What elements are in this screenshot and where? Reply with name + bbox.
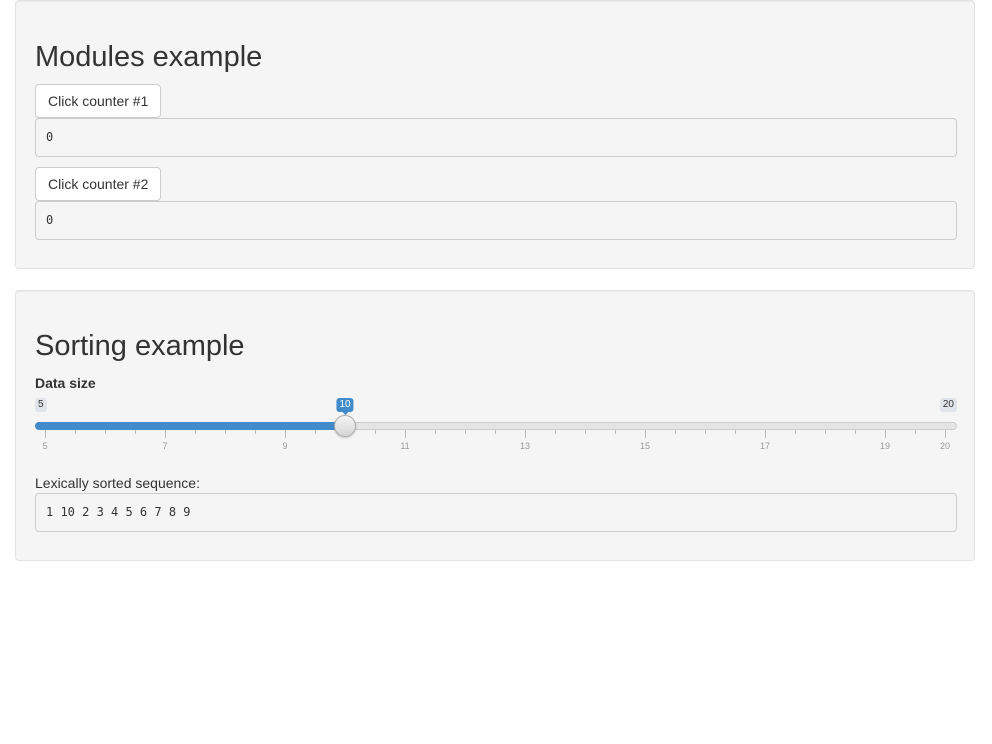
click-counter-2-button[interactable]: Click counter #2	[35, 167, 162, 201]
counter-1-output: 0	[35, 118, 957, 157]
slider-minor-tick	[465, 430, 466, 434]
sorting-panel: Sorting example Data size 5 20 10 5 7 9 11 1…	[15, 290, 975, 561]
modules-title: Modules example	[35, 41, 263, 73]
slider-minor-tick	[795, 430, 796, 434]
slider-major-tick	[525, 430, 526, 438]
slider-minor-tick	[495, 430, 496, 434]
slider-tick-label: 20	[939, 441, 951, 451]
slider-major-tick	[405, 430, 406, 438]
slider-max-label: 20	[939, 398, 957, 412]
slider-tick-label: 15	[639, 441, 651, 451]
slider-value-label: 10	[336, 398, 354, 415]
modules-panel: Modules example Click counter #1 0 Click…	[15, 0, 975, 269]
slider-minor-tick	[735, 430, 736, 434]
slider-minor-tick	[555, 430, 556, 434]
slider-minor-tick	[825, 430, 826, 434]
slider-minor-tick	[675, 430, 676, 434]
slider-minor-tick	[585, 430, 586, 434]
sorted-sequence-output: 1 10 2 3 4 5 6 7 8 9	[35, 493, 957, 532]
slider-minor-tick	[225, 430, 226, 434]
slider-major-tick	[45, 430, 46, 438]
sorting-title: Sorting example	[35, 330, 245, 362]
slider-major-tick	[765, 430, 766, 438]
click-counter-1-button[interactable]: Click counter #1	[35, 84, 162, 118]
slider-minor-tick	[435, 430, 436, 434]
slider-major-tick	[285, 430, 286, 438]
data-size-label: Data size	[35, 375, 96, 391]
slider-minor-tick	[705, 430, 706, 434]
slider-tick-label: 5	[42, 441, 48, 451]
slider-tick-label: 19	[879, 441, 891, 451]
slider-minor-tick	[855, 430, 856, 434]
sorted-sequence-label: Lexically sorted sequence:	[35, 475, 200, 491]
slider-major-tick	[885, 430, 886, 438]
slider-bar	[35, 422, 345, 430]
slider-minor-tick	[195, 430, 196, 434]
slider-minor-tick	[375, 430, 376, 434]
slider-minor-tick	[135, 430, 136, 434]
slider-tick-label: 7	[162, 441, 168, 451]
slider-tick-label: 17	[759, 441, 771, 451]
slider-minor-tick	[315, 430, 316, 434]
slider-minor-tick	[105, 430, 106, 434]
data-size-slider[interactable]: 5 20 10 5 7 9 11 13 15 17 19 20	[35, 396, 957, 458]
slider-tick-label: 13	[519, 441, 531, 451]
slider-minor-tick	[75, 430, 76, 434]
slider-minor-tick	[915, 430, 916, 434]
counter-2-output: 0	[35, 201, 957, 240]
slider-major-tick	[945, 430, 946, 438]
slider-tick-label: 9	[282, 441, 288, 451]
slider-minor-tick	[615, 430, 616, 434]
slider-minor-tick	[255, 430, 256, 434]
slider-handle[interactable]	[334, 415, 356, 437]
slider-major-tick	[165, 430, 166, 438]
slider-min-label: 5	[35, 398, 47, 412]
slider-tick-label: 11	[400, 441, 410, 451]
slider-major-tick	[645, 430, 646, 438]
